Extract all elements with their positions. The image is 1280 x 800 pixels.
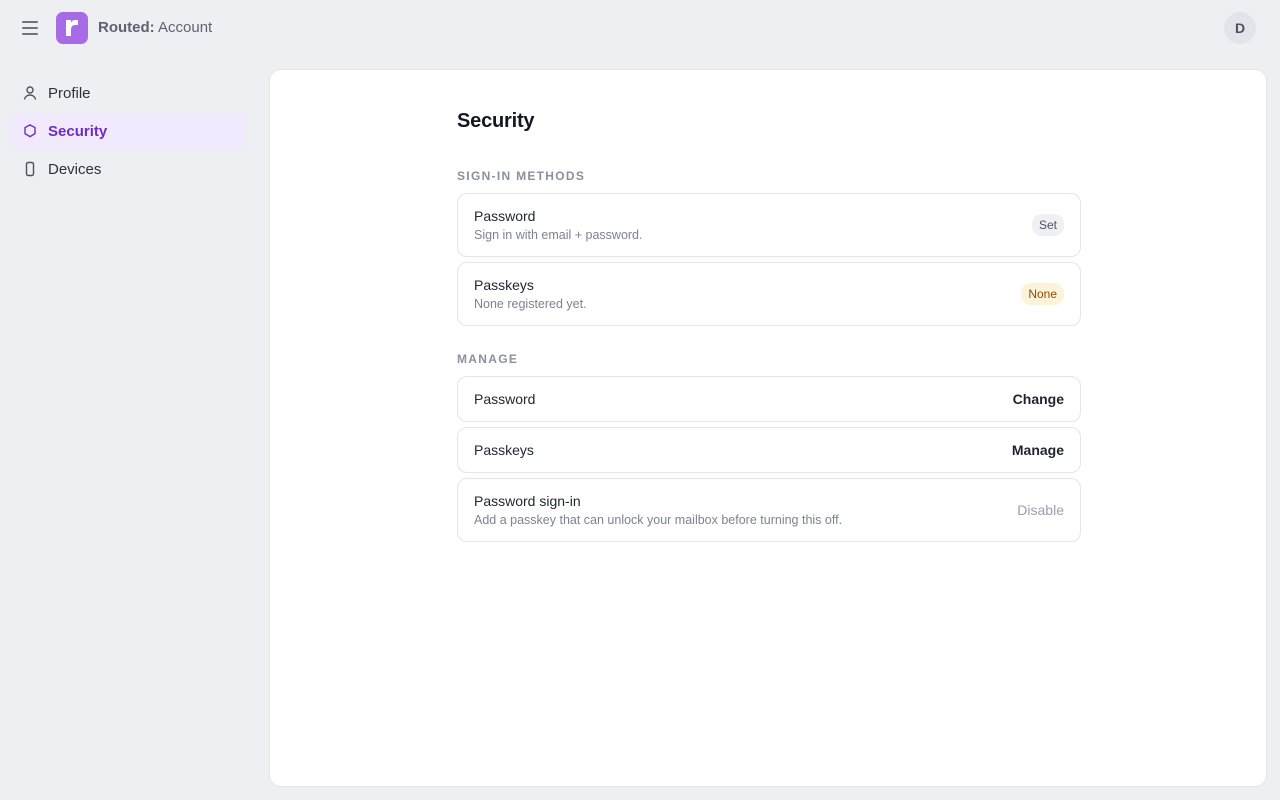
app-section-title: Account bbox=[158, 19, 213, 36]
row-title: Passkeys bbox=[474, 277, 534, 293]
row-title: Password bbox=[474, 391, 536, 407]
security-content: Security SIGN-IN METHODS Password Sign i… bbox=[457, 110, 1081, 542]
disable-password-sign-in-button[interactable]: Disable bbox=[1017, 502, 1064, 518]
app-title: Routed: Account bbox=[98, 19, 212, 36]
user-icon bbox=[22, 85, 38, 101]
row-title: Password sign-in bbox=[474, 493, 581, 509]
avatar[interactable]: D bbox=[1224, 12, 1256, 44]
main-card: Security SIGN-IN METHODS Password Sign i… bbox=[269, 69, 1267, 787]
sidebar: Profile Security Devices bbox=[10, 75, 246, 189]
manage-passkeys-row: Passkeys Manage bbox=[457, 427, 1081, 473]
page-title: Security bbox=[457, 110, 535, 132]
sign-in-method-passkeys: Passkeys None registered yet. None bbox=[457, 262, 1081, 326]
row-title: Passkeys bbox=[474, 442, 534, 458]
app-brand: Routed: bbox=[98, 19, 155, 36]
row-title: Password bbox=[474, 208, 536, 224]
sidebar-item-label: Security bbox=[48, 122, 108, 140]
section-label-manage: MANAGE bbox=[457, 352, 519, 366]
shield-icon bbox=[22, 123, 38, 139]
row-description: Sign in with email + password. bbox=[474, 228, 643, 242]
row-description: None registered yet. bbox=[474, 297, 587, 311]
sidebar-item-label: Devices bbox=[48, 160, 102, 178]
menu-icon[interactable] bbox=[20, 18, 40, 38]
sidebar-item-security[interactable]: Security bbox=[10, 113, 246, 149]
row-description: Add a passkey that can unlock your mailb… bbox=[474, 513, 843, 527]
sidebar-item-devices[interactable]: Devices bbox=[10, 151, 246, 187]
section-label-sign-in-methods: SIGN-IN METHODS bbox=[457, 169, 586, 183]
app-logo bbox=[56, 12, 88, 44]
status-badge: Set bbox=[1031, 214, 1064, 236]
change-password-button[interactable]: Change bbox=[1013, 391, 1064, 407]
manage-password-row: Password Change bbox=[457, 376, 1081, 422]
sign-in-method-password: Password Sign in with email + password. … bbox=[457, 193, 1081, 257]
sidebar-item-profile[interactable]: Profile bbox=[10, 75, 246, 111]
status-badge: None bbox=[1021, 283, 1064, 305]
logo-r-icon bbox=[66, 19, 78, 36]
sidebar-item-label: Profile bbox=[48, 84, 91, 102]
phone-icon bbox=[22, 161, 38, 177]
password-sign-in-row: Password sign-in Add a passkey that can … bbox=[457, 478, 1081, 542]
manage-passkeys-button[interactable]: Manage bbox=[1012, 442, 1064, 458]
